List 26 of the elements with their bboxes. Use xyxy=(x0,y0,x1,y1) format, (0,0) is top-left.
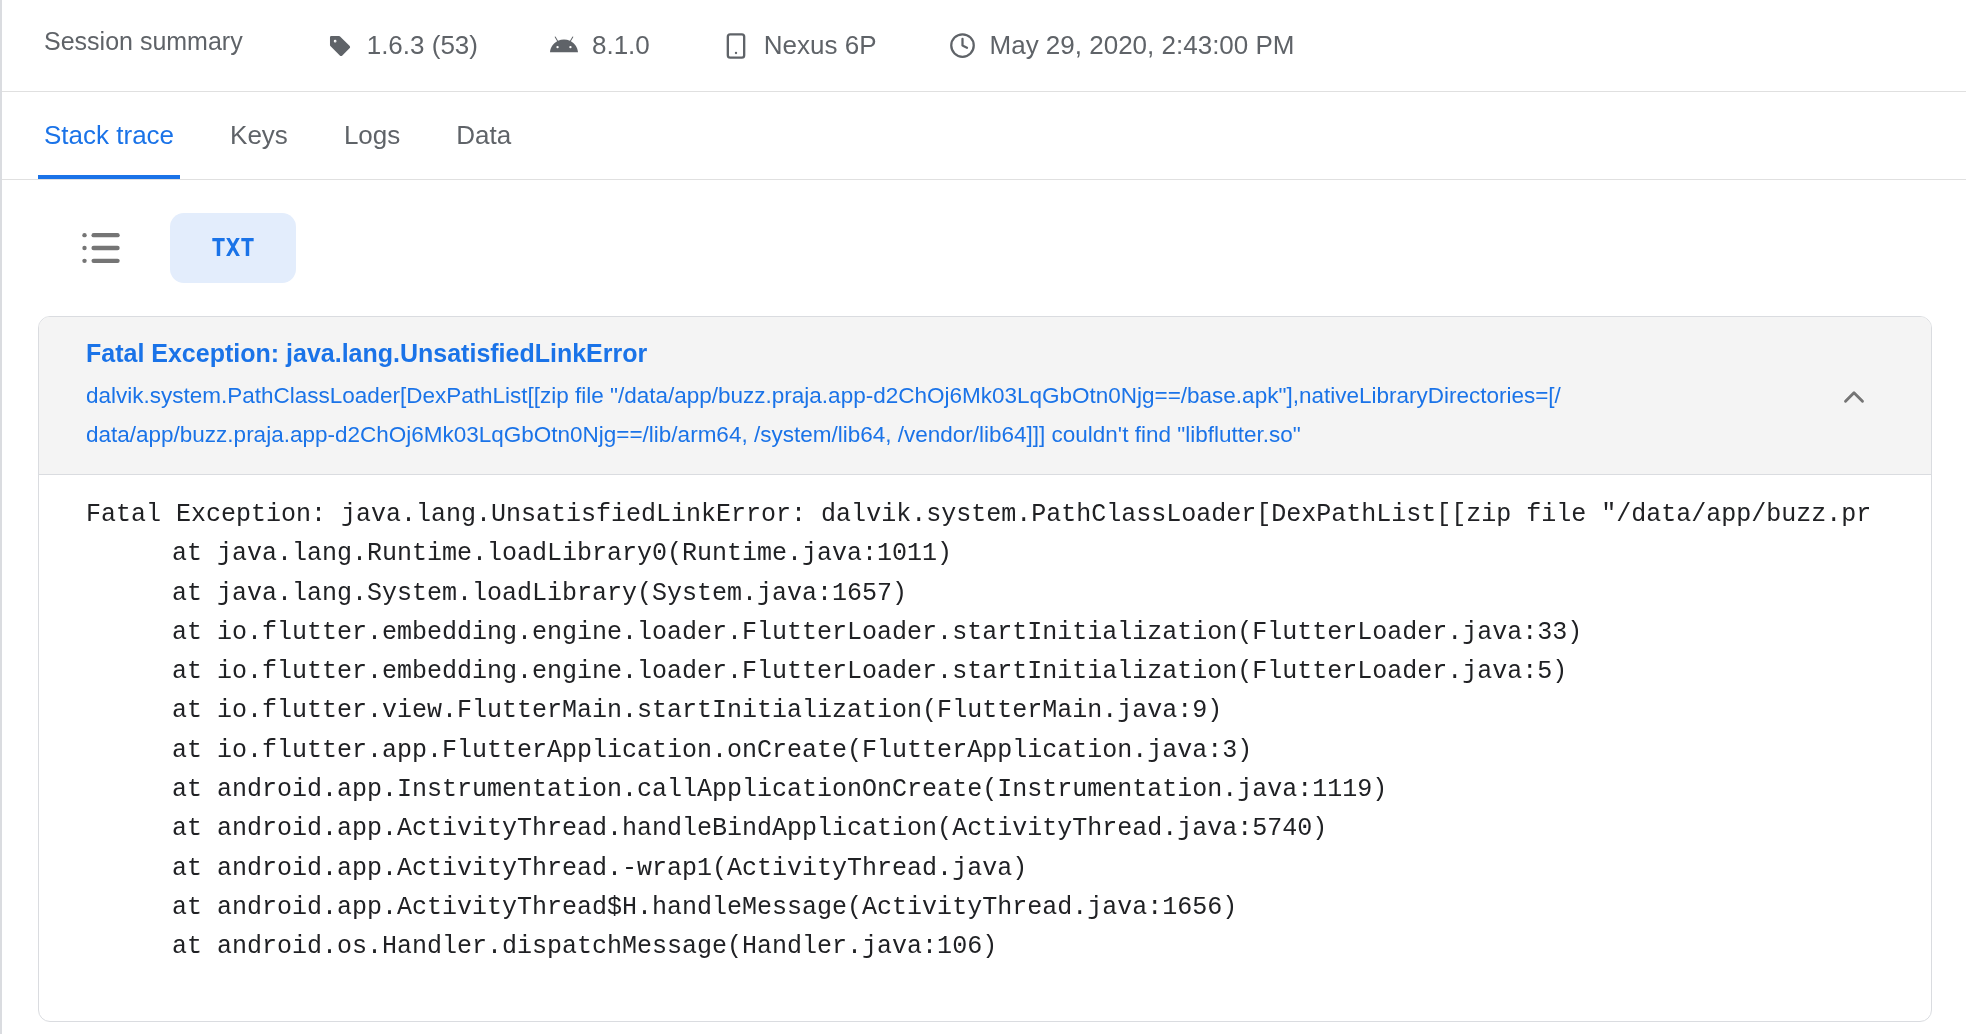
exception-title: Fatal Exception: java.lang.UnsatisfiedLinkError xyxy=(86,339,649,368)
trace-line: at android.os.Handler.dispatchMessage(Handler.java:106) xyxy=(172,932,998,962)
tab[interactable]: Stack trace xyxy=(38,92,181,179)
exception-message: dalvik.system.PathClassLoader[DexPathList[[zip file "/data/app/buzz.praja.app-d2ChOj6Mk03LqGbOtn0Njg==/base.apk"],nativeLibraryDirectories=[/ xyxy=(86,382,1562,410)
exception-message: data/app/buzz.praja.app-d2ChOj6Mk03LqGbOtn0Njg==/lib/arm64, /system/lib64, /vendor/lib64]]] couldn't find "libflutter.so" xyxy=(86,421,1302,449)
trace-line: at io.flutter.embedding.engine.loader.FlutterLoader.startInitialization(FlutterLoader.java:33) xyxy=(172,617,1583,647)
page-title: Session summary xyxy=(44,27,243,56)
os-value: 8.1.0 xyxy=(591,30,650,61)
tab[interactable]: Data xyxy=(450,92,518,179)
version-value: 1.6.3 (53) xyxy=(366,30,478,61)
trace-line: at io.flutter.view.FlutterMain.startInitialization(FlutterMain.java:9) xyxy=(172,696,1223,726)
trace-line: Fatal Exception: java.lang.UnsatisfiedLinkError: dalvik.system.PathClassLoader[DexPathList[[zip file "/data/app/buzz.pr xyxy=(86,500,1872,529)
trace-line: at io.flutter.embedding.engine.loader.FlutterLoader.startInitialization(FlutterLoader.java:5) xyxy=(172,657,1568,687)
tab[interactable]: Keys xyxy=(224,92,294,179)
trace-line: at java.lang.Runtime.loadLibrary0(Runtime.java:1011) xyxy=(172,539,953,569)
trace-line: at android.app.ActivityThread.-wrap1(ActivityThread.java) xyxy=(172,853,1028,883)
device-value: Nexus 6P xyxy=(763,30,877,61)
trace-line: at java.lang.System.loadLibrary(System.java:1657) xyxy=(172,578,908,608)
trace-line: at android.app.ActivityThread.handleBindApplication(ActivityThread.java:5740) xyxy=(172,814,1328,844)
trace-line: at io.flutter.app.FlutterApplication.onCreate(FlutterApplication.java:3) xyxy=(172,735,1253,765)
clock-icon xyxy=(948,32,976,59)
text-view-button[interactable]: TXT xyxy=(170,213,296,283)
trace-line: at android.app.Instrumentation.callApplicationOnCreate(Instrumentation.java:1119) xyxy=(172,775,1388,805)
trace-line: at android.app.ActivityThread$H.handleMessage(ActivityThread.java:1656) xyxy=(172,892,1238,922)
tab[interactable]: Logs xyxy=(337,92,407,179)
time-value: May 29, 2020, 2:43:00 PM xyxy=(989,30,1295,61)
